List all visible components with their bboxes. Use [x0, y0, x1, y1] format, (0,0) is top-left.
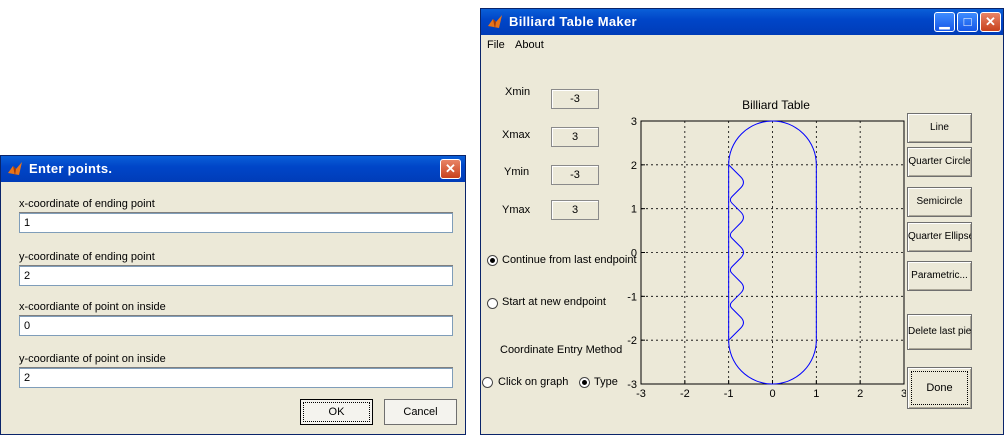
y-tick-label: 0	[631, 248, 637, 260]
maximize-icon[interactable]: □	[957, 12, 978, 32]
xmin-label: Xmin	[505, 86, 531, 98]
billiard-table-chart[interactable]: Billiard Table -3 -2 -1 0 1 2 3 -3 -2 -1 0 1 2 3	[616, 94, 906, 409]
type-label: Type	[594, 376, 618, 388]
axis-ticks: -3 -2 -1 0 1 2 3 -3 -2 -1 0 1 2 3	[627, 116, 906, 400]
x-tick-label: 3	[901, 388, 906, 400]
y-tick-label: -2	[627, 335, 637, 347]
semicircle-button[interactable]: Semicircle	[907, 187, 972, 217]
x-tick-label: 1	[813, 388, 819, 400]
xmin-field[interactable]: -3	[551, 89, 599, 109]
close-icon[interactable]: ✕	[440, 159, 461, 179]
click-on-graph-label: Click on graph	[498, 376, 569, 388]
x-tick-label: 0	[769, 388, 775, 400]
delete-last-piece-button[interactable]: Delete last piece	[907, 314, 972, 350]
click-on-graph-radio[interactable]	[482, 377, 493, 388]
x-tick-label: 2	[857, 388, 863, 400]
matlab-icon	[488, 15, 502, 29]
menu-about[interactable]: About	[515, 39, 544, 51]
field-label-x-end: x-coordinate of ending point	[19, 198, 155, 210]
y-end-input[interactable]	[19, 266, 453, 286]
y-tick-label: 3	[631, 116, 637, 128]
ymax-field[interactable]: 3	[551, 200, 599, 220]
ymin-field[interactable]: -3	[551, 165, 599, 185]
xmax-label: Xmax	[502, 129, 531, 141]
x-inside-input[interactable]	[19, 316, 453, 336]
field-label-y-inside: y-coordiante of point on inside	[19, 353, 166, 365]
chart-title: Billiard Table	[742, 98, 810, 112]
field-label-x-inside: x-coordiante of point on inside	[19, 301, 166, 313]
type-radio[interactable]	[579, 377, 590, 388]
y-inside-input[interactable]	[19, 368, 453, 388]
main-title: Billiard Table Maker	[509, 14, 637, 29]
xmax-field[interactable]: 3	[551, 127, 599, 147]
grid	[641, 121, 904, 384]
x-end-input[interactable]	[19, 213, 453, 233]
done-button[interactable]: Done	[907, 367, 972, 409]
billiard-table-maker-window: Billiard Table Maker ▁ □ ✕ File About Xm…	[480, 8, 1004, 435]
y-tick-label: -3	[627, 379, 637, 391]
menu-bar: File About	[481, 35, 1003, 55]
quarter-ellipse-button[interactable]: Quarter Ellipse	[907, 222, 972, 252]
dialog-titlebar[interactable]: Enter points. ✕	[1, 156, 465, 182]
start-new-label: Start at new endpoint	[502, 296, 606, 308]
quarter-circle-button[interactable]: Quarter Circle	[907, 147, 972, 177]
ymin-label: Ymin	[504, 166, 530, 178]
close-icon[interactable]: ✕	[980, 12, 1001, 32]
cancel-button[interactable]: Cancel	[384, 399, 457, 425]
x-tick-label: -3	[636, 388, 646, 400]
y-tick-label: 1	[631, 204, 637, 216]
main-titlebar[interactable]: Billiard Table Maker ▁ □ ✕	[481, 9, 1003, 35]
start-new-radio[interactable]	[487, 298, 498, 309]
dialog-title: Enter points.	[29, 161, 113, 176]
ok-button[interactable]: OK	[300, 399, 373, 425]
x-tick-label: -2	[680, 388, 690, 400]
line-button[interactable]: Line	[907, 113, 972, 143]
parametric-button[interactable]: Parametric...	[907, 261, 972, 291]
y-tick-label: -1	[627, 291, 637, 303]
y-tick-label: 2	[631, 160, 637, 172]
matlab-icon	[8, 162, 22, 176]
x-tick-label: -1	[724, 388, 734, 400]
menu-file[interactable]: File	[487, 39, 505, 51]
continue-radio[interactable]	[487, 255, 498, 266]
field-label-y-end: y-coordinate of ending point	[19, 251, 155, 263]
entry-method-label: Coordinate Entry Method	[500, 344, 623, 356]
ymax-label: Ymax	[502, 204, 531, 216]
enter-points-dialog: Enter points. ✕ x-coordinate of ending p…	[0, 155, 466, 435]
minimize-icon[interactable]: ▁	[934, 12, 955, 32]
